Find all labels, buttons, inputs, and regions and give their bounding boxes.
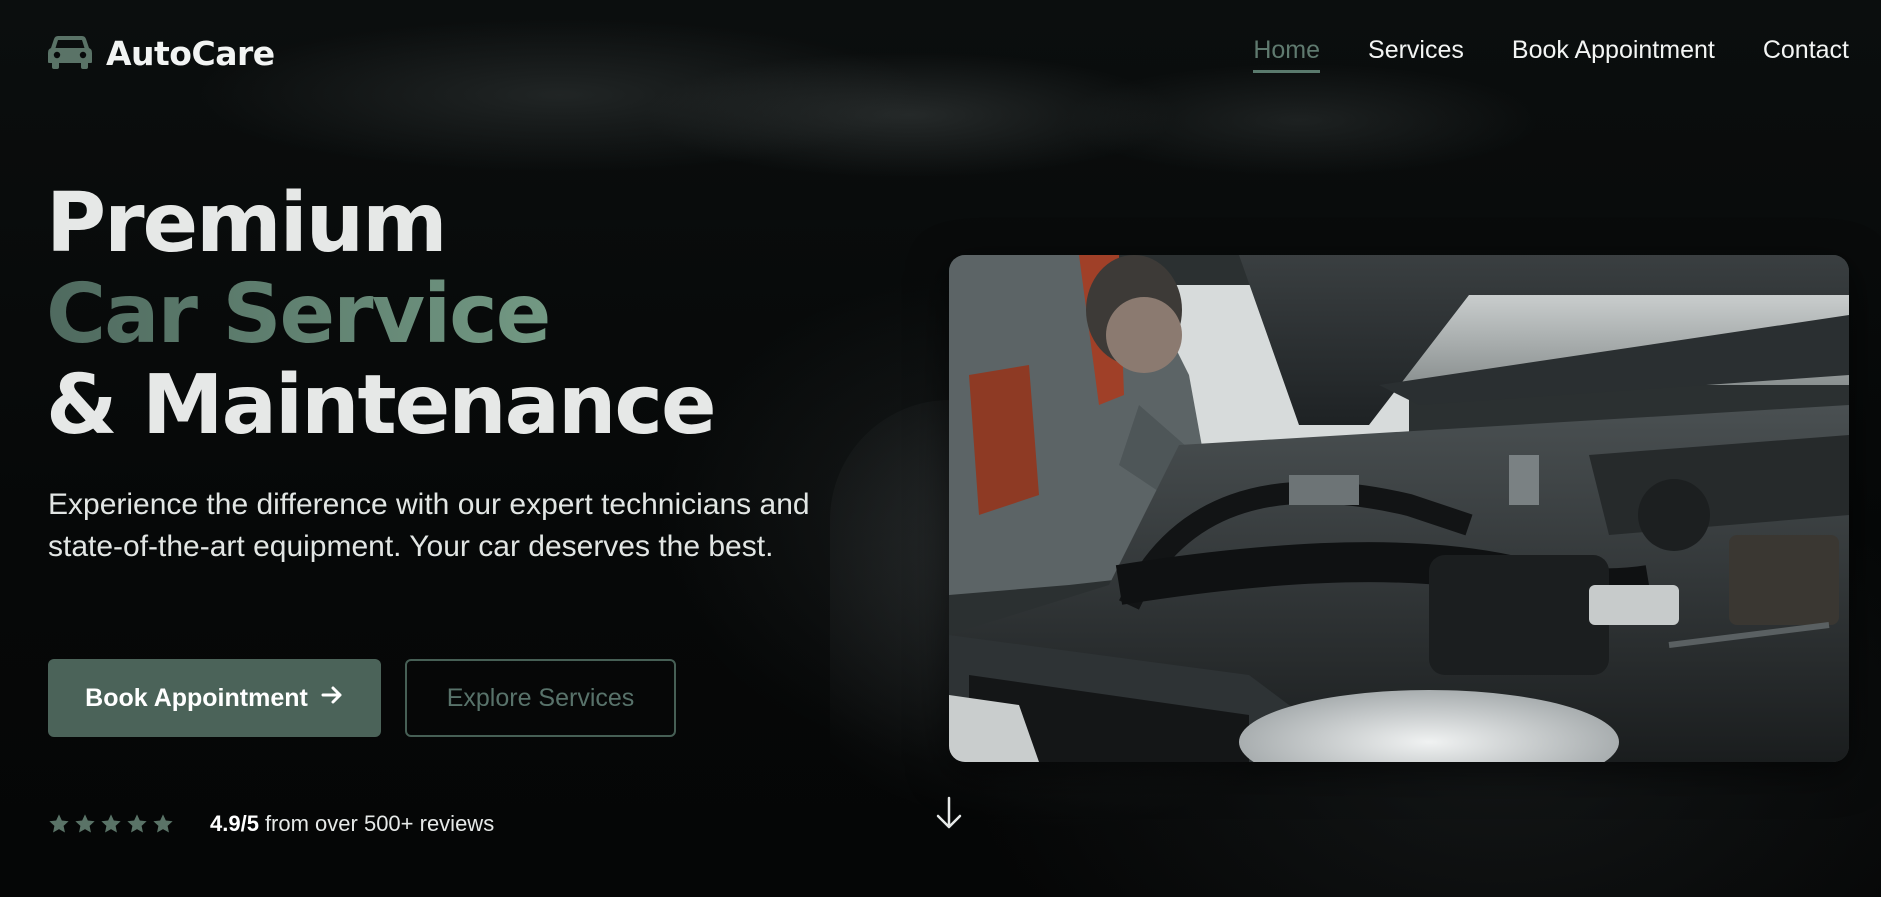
arrow-right-icon [320, 683, 344, 714]
nav-book-appointment[interactable]: Book Appointment [1512, 36, 1715, 73]
rating-stars [48, 813, 174, 835]
arrow-down-icon[interactable] [931, 795, 967, 831]
nav-home[interactable]: Home [1253, 36, 1320, 73]
hero-title: Premium Car Service & Maintenance [46, 176, 717, 453]
star-icon [75, 814, 95, 833]
explore-services-button[interactable]: Explore Services [405, 659, 676, 737]
main-navigation: Home Services Book Appointment Contact [1253, 36, 1849, 73]
car-icon [48, 32, 92, 74]
rating-text: from over 500+ reviews [264, 811, 495, 836]
rating-score: 4.9/5 [210, 811, 259, 836]
star-icon [49, 814, 69, 833]
rating-summary: 4.9/5 from over 500+ reviews [48, 811, 494, 837]
nav-services[interactable]: Services [1368, 36, 1464, 73]
star-icon [127, 814, 147, 833]
book-appointment-button-label: Book Appointment [85, 683, 308, 712]
explore-services-button-label: Explore Services [446, 683, 635, 712]
hero-title-line-2: Car Service [46, 269, 715, 360]
star-icon [101, 814, 121, 833]
hero-title-line-1: Premium [46, 176, 448, 271]
book-appointment-button[interactable]: Book Appointment [48, 659, 381, 737]
brand-logo[interactable]: AutoCare [48, 32, 275, 74]
star-icon [153, 814, 173, 833]
hero-image-mechanic-engine [949, 255, 1849, 762]
nav-contact[interactable]: Contact [1763, 36, 1849, 73]
hero-title-line-3: & Maintenance [46, 358, 717, 453]
brand-name: AutoCare [106, 33, 275, 73]
hero-subtitle: Experience the difference with our exper… [48, 488, 810, 563]
